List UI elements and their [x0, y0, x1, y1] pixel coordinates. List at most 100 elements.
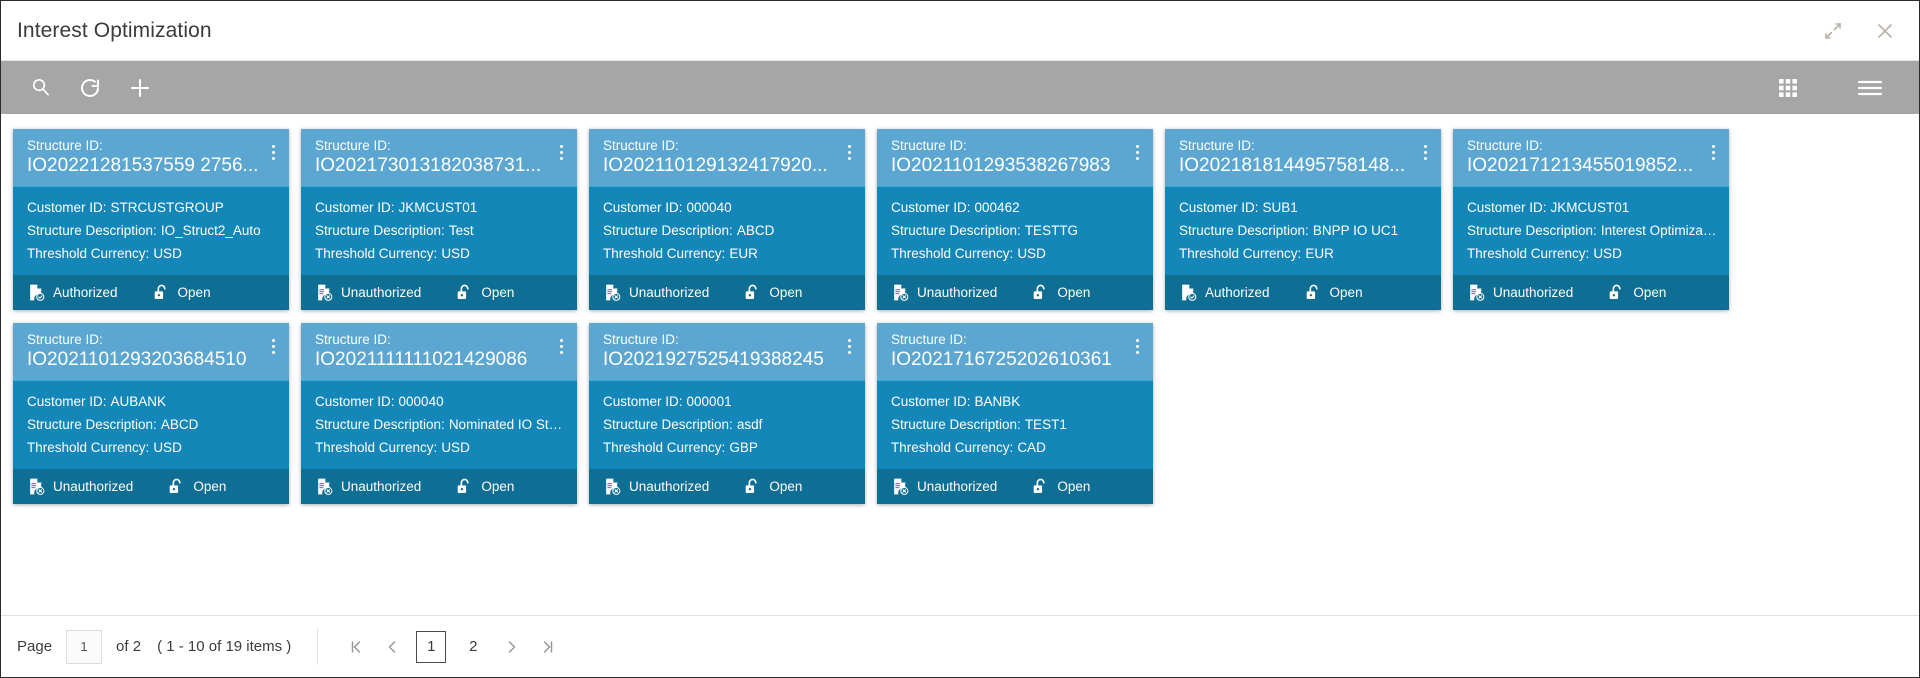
plus-icon[interactable]: [115, 66, 165, 110]
customer-id-row: Customer ID: 000040: [603, 196, 853, 219]
structure-description-value: ABCD: [736, 223, 775, 238]
page-number-input[interactable]: [66, 629, 103, 664]
card-options-menu-icon[interactable]: [1129, 139, 1145, 165]
title-bar: Interest Optimization: [1, 1, 1919, 61]
record-status: Open: [455, 477, 514, 496]
threshold-currency-value: USD: [441, 246, 470, 261]
card-footer: Authorized Open: [1165, 275, 1441, 310]
toolbar: [1, 61, 1919, 114]
structure-id-value: IO202181814495758148...: [1179, 155, 1406, 176]
authorization-status: Unauthorized: [27, 477, 133, 496]
card-options-menu-icon[interactable]: [1129, 333, 1145, 359]
threshold-currency-label: Threshold Currency:: [603, 440, 726, 455]
card-options-menu-icon[interactable]: [1705, 139, 1721, 165]
page-button-1[interactable]: 1: [416, 630, 447, 663]
close-icon[interactable]: [1873, 19, 1897, 43]
authorization-status: Authorized: [1179, 283, 1270, 302]
record-status-label: Open: [769, 285, 803, 300]
card-options-menu-icon[interactable]: [841, 333, 857, 359]
record-status-label: Open: [177, 285, 211, 300]
open-padlock-icon: [167, 477, 186, 496]
customer-id-label: Customer ID:: [315, 200, 395, 215]
open-padlock-icon: [743, 283, 762, 302]
hamburger-menu-icon[interactable]: [1845, 66, 1895, 110]
grid-view-icon[interactable]: [1763, 66, 1813, 110]
first-page-icon[interactable]: [340, 630, 372, 664]
structure-description-label: Structure Description:: [603, 223, 733, 238]
card-header: Structure ID: IO2021101293538267983: [877, 129, 1153, 186]
customer-id-row: Customer ID: 000001: [603, 390, 853, 413]
threshold-currency-value: USD: [1593, 246, 1622, 261]
toolbar-right-actions: [1763, 66, 1895, 110]
structure-card[interactable]: Structure ID: IO2021111111021429086 Custom…: [301, 323, 577, 504]
customer-id-row: Customer ID: SUB1: [1179, 196, 1429, 219]
structure-description-value: TESTTG: [1024, 223, 1079, 238]
structure-id-label: Structure ID:: [27, 332, 103, 347]
structure-description-row: Structure Description: Nominated IO Stru.…: [315, 413, 565, 436]
open-padlock-icon: [455, 283, 474, 302]
search-icon[interactable]: [15, 66, 65, 110]
card-options-menu-icon[interactable]: [841, 139, 857, 165]
refresh-icon[interactable]: [65, 66, 115, 110]
record-status: Open: [167, 477, 226, 496]
threshold-currency-value: EUR: [729, 246, 758, 261]
structure-id-label: Structure ID:: [1467, 138, 1543, 153]
card-body: Customer ID: JKMCUST01 Structure Descripti…: [1453, 186, 1729, 275]
next-page-icon[interactable]: [496, 630, 528, 664]
structure-card[interactable]: Structure ID: IO202173013182038731... Cust…: [301, 129, 577, 310]
structure-description-value: Nominated IO Stru...: [448, 417, 565, 432]
page-label: Page: [17, 638, 53, 655]
card-footer: Unauthorized Open: [589, 275, 865, 310]
structure-description-value: ABCD: [160, 417, 199, 432]
card-options-menu-icon[interactable]: [265, 333, 281, 359]
card-header: Structure ID: IO202173013182038731...: [301, 129, 577, 186]
collapse-arrows-icon[interactable]: [1821, 19, 1845, 43]
structure-description-row: Structure Description: ABCD: [603, 219, 853, 242]
open-padlock-icon: [743, 477, 762, 496]
card-header: Structure ID: IO2021927525419388245: [589, 323, 865, 380]
card-header: Structure ID: IO20221281537559 2756...: [13, 129, 289, 186]
structure-description-row: Structure Description: Interest Optimizat…: [1467, 219, 1717, 242]
card-options-menu-icon[interactable]: [553, 139, 569, 165]
threshold-currency-label: Threshold Currency:: [1179, 246, 1302, 261]
authorization-status-label: Unauthorized: [53, 479, 134, 494]
structure-card[interactable]: Structure ID: IO2021716725202610361 Custom…: [877, 323, 1153, 504]
page-button-2[interactable]: 2: [458, 631, 488, 663]
card-body: Customer ID: 000040 Structure Description:…: [589, 186, 865, 275]
customer-id-value: JKMCUST01: [1550, 200, 1630, 215]
card-options-menu-icon[interactable]: [265, 139, 281, 165]
threshold-currency-row: Threshold Currency: USD: [891, 242, 1141, 265]
card-options-menu-icon[interactable]: [1417, 139, 1433, 165]
record-status-label: Open: [1329, 285, 1363, 300]
structure-card-grid: Structure ID: IO20221281537559 2756... Cus…: [13, 129, 1919, 504]
threshold-currency-label: Threshold Currency:: [1467, 246, 1590, 261]
structure-card[interactable]: Structure ID: IO20221281537559 2756... Cus…: [13, 129, 289, 310]
card-body: Customer ID: 000040 Structure Description:…: [301, 380, 577, 469]
structure-card[interactable]: Structure ID: IO2021927525419388245 Custom…: [589, 323, 865, 504]
structure-description-value: Test: [448, 223, 474, 238]
previous-page-icon[interactable]: [376, 630, 408, 664]
structure-id-label: Structure ID:: [1179, 138, 1255, 153]
customer-id-row: Customer ID: AUBANK: [27, 390, 277, 413]
structure-description-row: Structure Description: TEST1: [891, 413, 1141, 436]
card-footer: Unauthorized Open: [1453, 275, 1729, 310]
structure-card[interactable]: Structure ID: IO2021101293203684510 Custom…: [13, 323, 289, 504]
open-padlock-icon: [1031, 283, 1050, 302]
structure-card[interactable]: Structure ID: IO2021101293538267983 Custom…: [877, 129, 1153, 310]
structure-description-value: asdf: [736, 417, 763, 432]
structure-id-value: IO2021927525419388245: [603, 349, 824, 370]
structure-description-label: Structure Description:: [603, 417, 733, 432]
customer-id-label: Customer ID:: [603, 200, 683, 215]
structure-card[interactable]: Structure ID: IO202171213455019852... Cust…: [1453, 129, 1729, 310]
structure-card[interactable]: Structure ID: IO202110129132417920... Cust…: [589, 129, 865, 310]
threshold-currency-label: Threshold Currency:: [891, 246, 1014, 261]
threshold-currency-row: Threshold Currency: EUR: [1179, 242, 1429, 265]
card-footer: Unauthorized Open: [13, 469, 289, 504]
open-padlock-icon: [1607, 283, 1626, 302]
card-options-menu-icon[interactable]: [553, 333, 569, 359]
authorization-status-label: Authorized: [53, 285, 118, 300]
last-page-icon[interactable]: [532, 630, 564, 664]
structure-card[interactable]: Structure ID: IO202181814495758148... Cust…: [1165, 129, 1441, 310]
customer-id-value: BANBK: [974, 394, 1021, 409]
customer-id-label: Customer ID:: [1467, 200, 1547, 215]
